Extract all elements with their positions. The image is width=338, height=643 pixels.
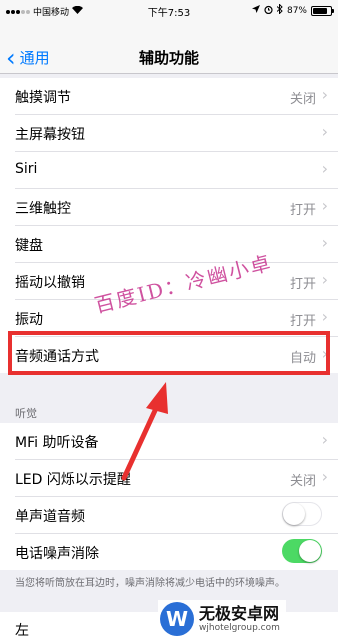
- logo-name: 无极安卓网: [199, 604, 280, 623]
- arrow-annotation: [121, 382, 168, 481]
- logo-url: wjhotelgroup.com: [199, 623, 280, 633]
- logo-icon: W: [160, 602, 194, 636]
- site-logo: W 无极安卓网 wjhotelgroup.com: [158, 600, 286, 638]
